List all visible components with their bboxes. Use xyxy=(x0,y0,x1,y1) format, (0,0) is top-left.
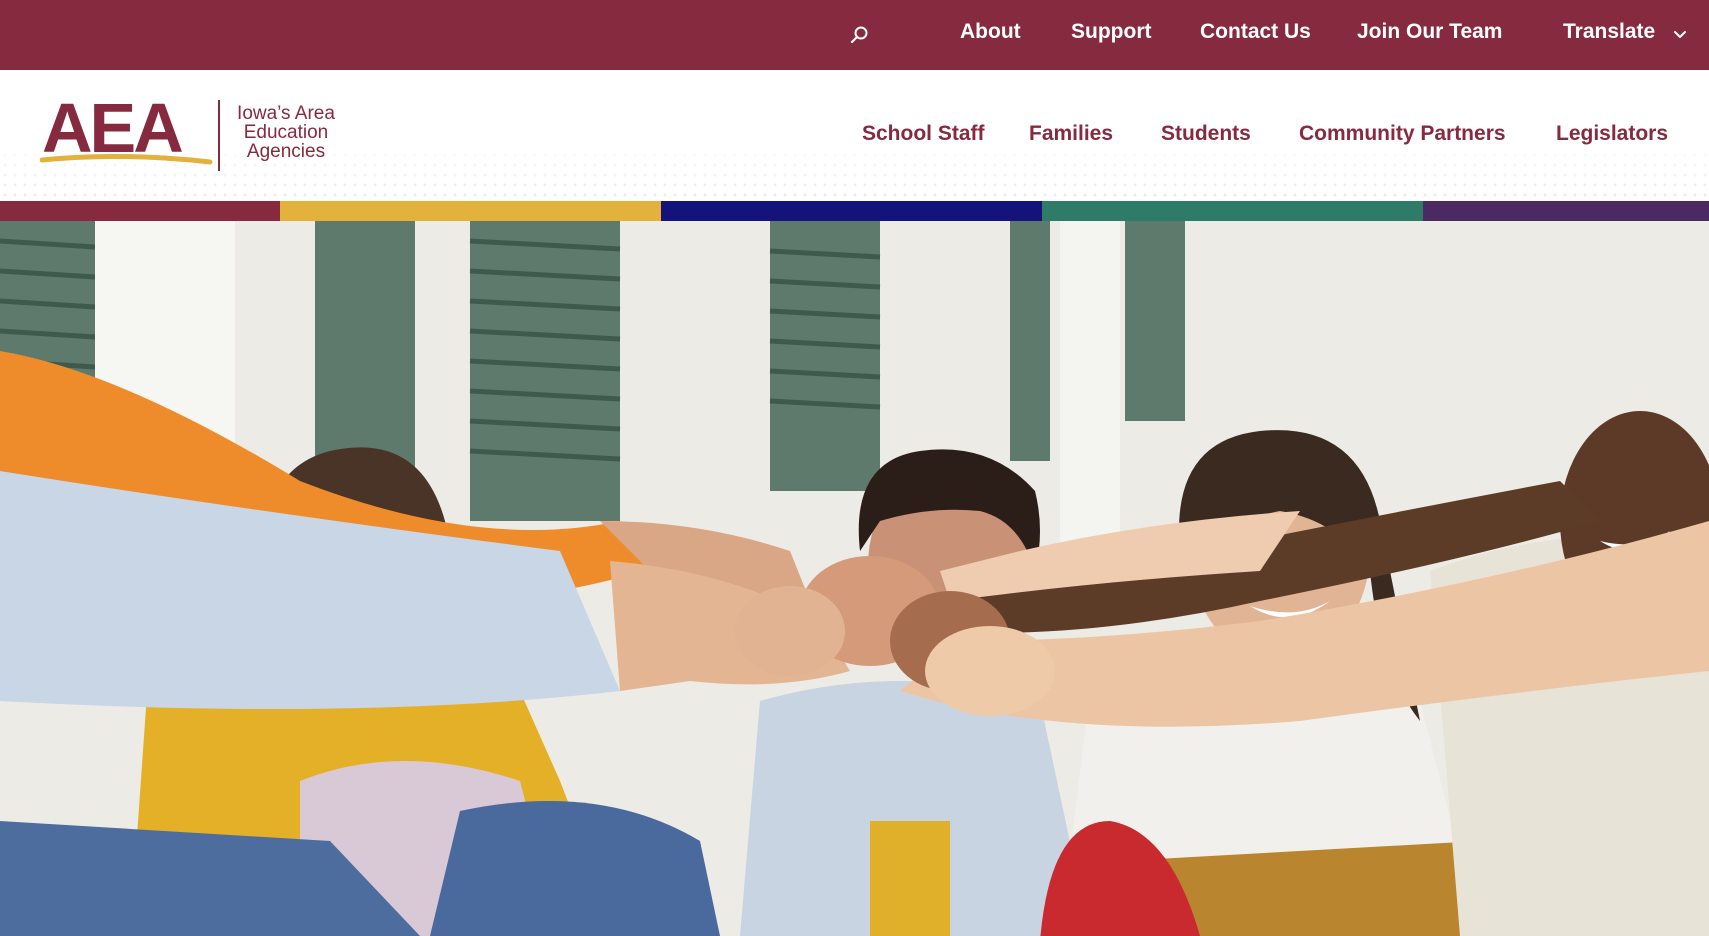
logo-tagline-line-2: Education xyxy=(243,122,329,143)
color-stripe-green xyxy=(1042,201,1423,221)
utility-link-support[interactable]: Support xyxy=(1071,20,1151,44)
logo-tagline-line-3: Agencies xyxy=(246,141,326,162)
logo-divider xyxy=(218,100,220,171)
color-stripe-maroon xyxy=(0,201,280,221)
utility-link-join-our-team[interactable]: Join Our Team xyxy=(1357,20,1502,44)
aea-logo-mark: AEA xyxy=(39,89,213,167)
search-icon[interactable] xyxy=(848,24,870,46)
main-nav-community-partners[interactable]: Community Partners xyxy=(1299,122,1506,146)
translate-button[interactable]: Translate xyxy=(1563,20,1655,44)
color-stripe-navy xyxy=(661,201,1042,221)
main-nav-families[interactable]: Families xyxy=(1029,122,1113,146)
hero-illustration xyxy=(0,221,1709,936)
hero-image xyxy=(0,221,1709,936)
chevron-down-icon[interactable] xyxy=(1672,27,1688,43)
logo-tagline-line-1: Iowa’s Area xyxy=(237,103,335,124)
utility-link-contact-us[interactable]: Contact Us xyxy=(1200,20,1311,44)
color-stripe-purple xyxy=(1423,201,1709,221)
main-nav-school-staff[interactable]: School Staff xyxy=(862,122,985,146)
main-nav-students[interactable]: Students xyxy=(1161,122,1251,146)
utility-bar: About Support Contact Us Join Our Team T… xyxy=(0,0,1709,70)
utility-link-about[interactable]: About xyxy=(960,20,1021,44)
main-nav-legislators[interactable]: Legislators xyxy=(1556,122,1668,146)
color-stripe-gold xyxy=(280,201,661,221)
logo-tagline: Iowa’s Area Education Agencies xyxy=(226,104,346,161)
